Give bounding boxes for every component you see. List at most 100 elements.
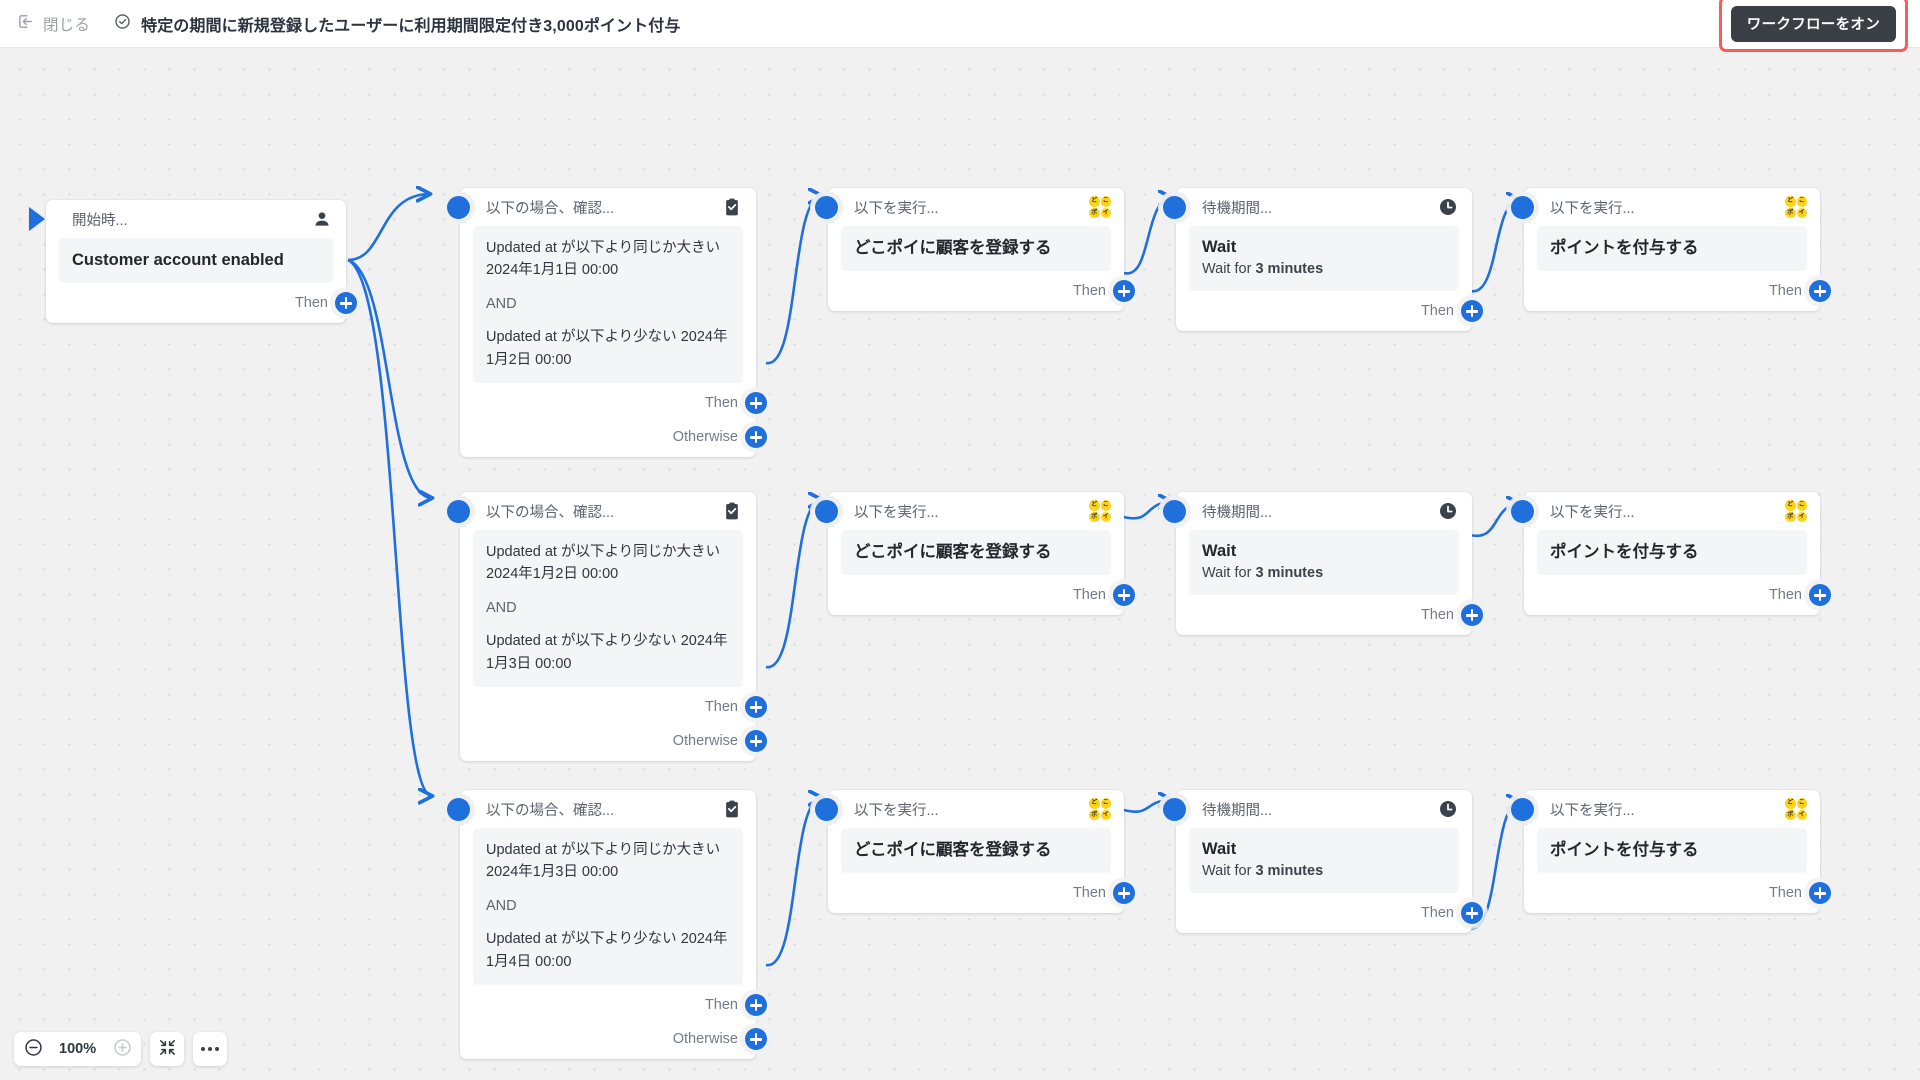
node-header: 以下を実行... ど こ ポ イ [1524, 188, 1820, 226]
close-button[interactable]: 閉じる [17, 13, 90, 35]
dokopoi-logo-grid: ど こ ポ イ [1785, 500, 1807, 522]
condition-node[interactable]: 以下の場合、確認... Updated at が以下より同じか大きい 2024年… [447, 188, 767, 458]
action-node-grant-points[interactable]: 以下を実行... ど こ ポ イ ポイントを付与する Then [1511, 188, 1831, 312]
add-step-button[interactable] [1461, 300, 1483, 323]
add-step-button-otherwise[interactable] [745, 1028, 767, 1051]
then-label: Then [1072, 587, 1106, 604]
input-port-dot[interactable] [1163, 798, 1186, 821]
then-label: Then [1768, 283, 1802, 300]
wait-title: Wait [1202, 542, 1237, 560]
node-body: Updated at が以下より同じか大きい 2024年1月3日 00:00 A… [473, 828, 743, 986]
add-step-button-then[interactable] [745, 994, 767, 1017]
then-label: Then [704, 997, 738, 1014]
node-body: どこポイに顧客を登録する [841, 828, 1111, 874]
turn-workflow-on-button[interactable]: ワークフローをオン [1730, 6, 1896, 42]
node-body: どこポイに顧客を登録する [841, 226, 1111, 272]
wait-duration: 3 minutes [1255, 261, 1324, 278]
action-node-grant-points[interactable]: 以下を実行... ど こ ポ イ ポイントを付与する Then [1511, 790, 1831, 914]
top-bar-left: 閉じる 特定の期間に新規登録したユーザーに利用期間限定付き3,000ポイント付与 [0, 12, 680, 36]
then-label: Then [704, 395, 738, 412]
add-step-button[interactable] [335, 292, 357, 315]
node-body: ポイントを付与する [1537, 530, 1807, 576]
dokopoi-glyph: ど [1089, 798, 1100, 809]
input-port-dot[interactable] [1511, 196, 1534, 219]
node-header: 開始時... [46, 200, 346, 238]
add-step-button-then[interactable] [745, 696, 767, 719]
canvas-toolbar: 100% [14, 1032, 228, 1066]
add-step-button[interactable] [1461, 604, 1483, 627]
dokopoi-logo-icon: ど こ ポ イ [1785, 798, 1807, 820]
node-body: ポイントを付与する [1537, 226, 1807, 272]
workflow-title-group: 特定の期間に新規登録したユーザーに利用期間限定付き3,000ポイント付与 [114, 12, 680, 36]
input-port-dot[interactable] [1163, 196, 1186, 219]
condition-line-2: Updated at が以下より少ない 2024年1月4日 00:00 [486, 931, 728, 970]
add-step-button-then[interactable] [745, 392, 767, 415]
node-header-title: 以下を実行... [1550, 504, 1635, 521]
action-node-register[interactable]: 以下を実行... ど こ ポ イ どこポイに顧客を登録する Then [815, 790, 1135, 914]
then-label: Then [294, 295, 328, 312]
action-node-register[interactable]: 以下を実行... ど こ ポ イ どこポイに顧客を登録する Then [815, 188, 1135, 312]
workflow-canvas[interactable]: 開始時... Customer account enabled Then 以下の… [0, 48, 1920, 1080]
node-body: Wait Wait for 3 minutes [1189, 828, 1459, 894]
then-port-row: Then [1524, 575, 1831, 615]
input-port-dot[interactable] [1163, 500, 1186, 523]
dokopoi-glyph: ど [1089, 196, 1100, 207]
dokopoi-glyph: イ [1796, 809, 1807, 820]
zoom-in-button[interactable] [107, 1034, 137, 1064]
more-options-button[interactable] [193, 1032, 228, 1066]
node-header-title: 以下の場合、確認... [486, 802, 615, 819]
plus-circle-icon [113, 1038, 132, 1060]
then-port-row: Then [1524, 873, 1831, 913]
action-node-grant-points[interactable]: 以下を実行... ど こ ポ イ ポイントを付与する Then [1511, 492, 1831, 616]
input-port-dot[interactable] [447, 500, 470, 523]
otherwise-port-row: Otherwise [460, 721, 767, 761]
then-label: Then [1420, 905, 1454, 922]
input-port-dot[interactable] [815, 500, 838, 523]
then-label: Then [1420, 303, 1454, 320]
node-body: どこポイに顧客を登録する [841, 530, 1111, 576]
wait-sub-prefix: Wait for [1202, 261, 1256, 278]
input-port-dot[interactable] [1511, 798, 1534, 821]
add-step-button-otherwise[interactable] [745, 730, 767, 753]
node-header-title: 以下の場合、確認... [486, 200, 615, 217]
action-node-register[interactable]: 以下を実行... ど こ ポ イ どこポイに顧客を登録する Then [815, 492, 1135, 616]
input-port-dot[interactable] [447, 798, 470, 821]
wait-node[interactable]: 待機期間... Wait Wait for 3 minutes Then [1163, 492, 1483, 636]
input-port-dot[interactable] [1511, 500, 1534, 523]
wait-node[interactable]: 待機期間... Wait Wait for 3 minutes Then [1163, 790, 1483, 934]
action-main-text: ポイントを付与する [1550, 239, 1699, 257]
node-header-title: 待機期間... [1202, 802, 1273, 819]
clipboard-check-icon [721, 500, 743, 522]
dokopoi-logo-grid: ど こ ポ イ [1785, 196, 1807, 218]
zoom-out-button[interactable] [18, 1034, 48, 1064]
dokopoi-logo-icon: ど こ ポ イ [1089, 196, 1111, 218]
condition-node[interactable]: 以下の場合、確認... Updated at が以下より同じか大きい 2024年… [447, 492, 767, 762]
node-header: 待機期間... [1176, 790, 1472, 828]
top-bar: 閉じる 特定の期間に新規登録したユーザーに利用期間限定付き3,000ポイント付与… [0, 0, 1920, 52]
condition-operator: AND [486, 599, 517, 616]
condition-node[interactable]: 以下の場合、確認... Updated at が以下より同じか大きい 2024年… [447, 790, 767, 1060]
dokopoi-glyph: ポ [1089, 809, 1100, 820]
condition-line-1: Updated at が以下より同じか大きい 2024年1月3日 00:00 [486, 842, 721, 881]
dokopoi-glyph: ど [1785, 500, 1796, 511]
add-step-button[interactable] [1809, 584, 1831, 607]
add-step-button[interactable] [1809, 280, 1831, 303]
wait-node[interactable]: 待機期間... Wait Wait for 3 minutes Then [1163, 188, 1483, 332]
wait-subtitle: Wait for 3 minutes [1202, 260, 1446, 279]
node-header-title: 以下を実行... [854, 200, 939, 217]
input-port-dot[interactable] [447, 196, 470, 219]
add-step-button[interactable] [1809, 882, 1831, 905]
dokopoi-glyph: イ [1100, 207, 1111, 218]
input-port-dot[interactable] [815, 196, 838, 219]
trigger-node[interactable]: 開始時... Customer account enabled Then [29, 200, 357, 324]
input-port-dot[interactable] [815, 798, 838, 821]
dokopoi-logo-grid: ど こ ポ イ [1089, 500, 1111, 522]
add-step-button[interactable] [1113, 280, 1135, 303]
fit-to-screen-button[interactable] [150, 1032, 185, 1066]
add-step-button[interactable] [1113, 882, 1135, 905]
add-step-button[interactable] [1461, 902, 1483, 925]
add-step-button-otherwise[interactable] [745, 426, 767, 449]
then-label: Then [1768, 885, 1802, 902]
then-port-row: Then [1176, 893, 1483, 933]
add-step-button[interactable] [1113, 584, 1135, 607]
